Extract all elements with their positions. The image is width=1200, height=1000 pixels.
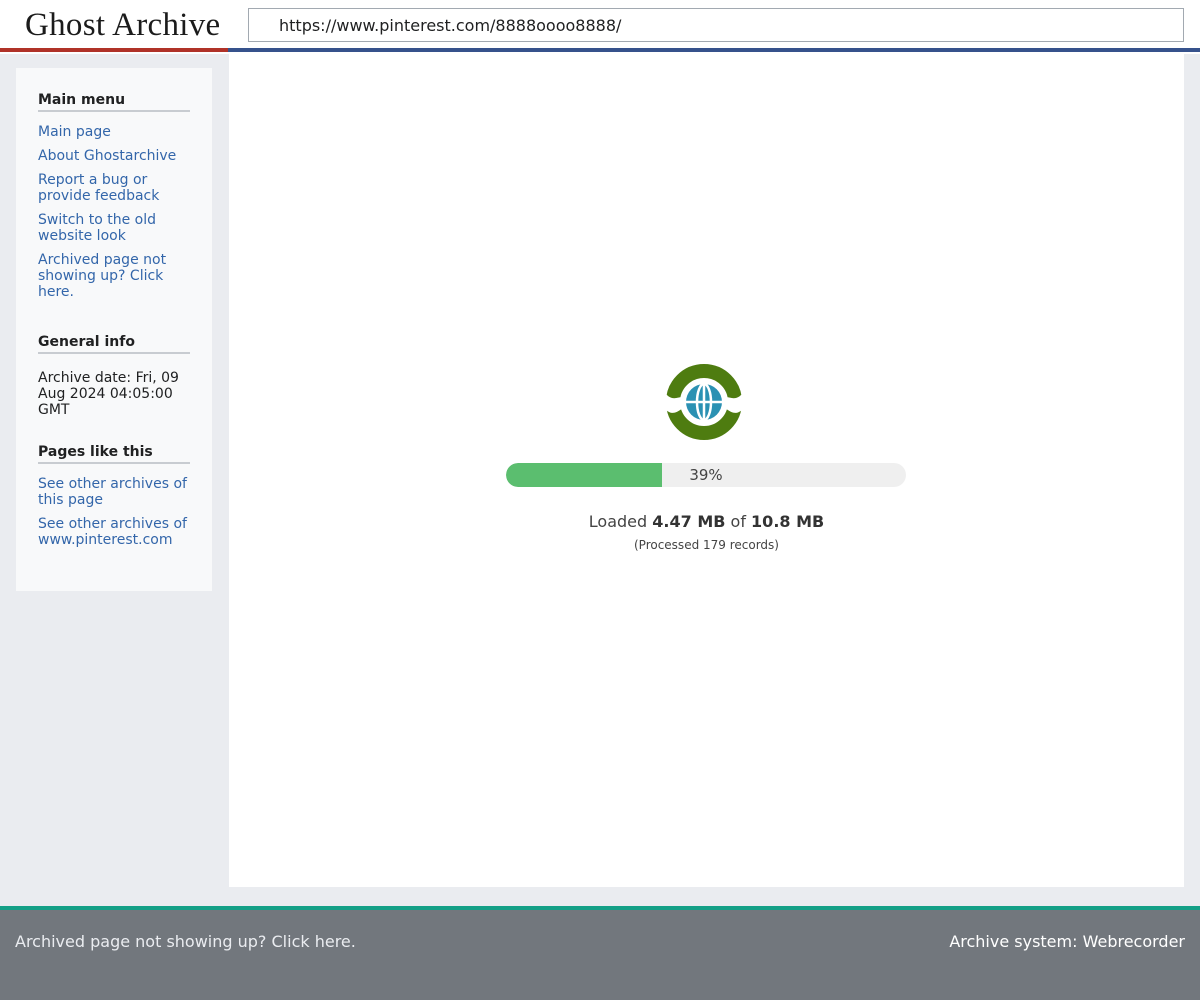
menu-item: See other archives of www.pinterest.com [38, 516, 190, 548]
main-menu-heading: Main menu [38, 92, 190, 112]
old-look-link[interactable]: Switch to the old website look [38, 212, 156, 244]
loaded-status: Loaded 4.47 MB of 10.8 MB [229, 512, 1184, 531]
globe-icon [665, 364, 743, 440]
site-logo-text[interactable]: Ghost Archive [25, 7, 220, 44]
main-page-link[interactable]: Main page [38, 124, 111, 140]
progress-bar: 39% [506, 463, 906, 487]
menu-item: Switch to the old website look [38, 212, 190, 244]
other-archives-domain-link[interactable]: See other archives of www.pinterest.com [38, 516, 187, 548]
pages-like-this-heading: Pages like this [38, 444, 190, 464]
progress-percent: 39% [689, 466, 723, 484]
total-amount: 10.8 MB [751, 512, 825, 531]
menu-item: About Ghostarchive [38, 148, 190, 164]
general-info-heading: General info [38, 334, 190, 354]
menu-item: See other archives of this page [38, 476, 190, 508]
footer-not-showing-link[interactable]: Archived page not showing up? Click here… [15, 932, 356, 951]
about-link[interactable]: About Ghostarchive [38, 148, 176, 164]
similar-list: See other archives of this page See othe… [38, 476, 190, 548]
not-showing-link[interactable]: Archived page not showing up? Click here… [38, 252, 166, 300]
loaded-prefix: Loaded [588, 512, 648, 531]
other-archives-page-link[interactable]: See other archives of this page [38, 476, 187, 508]
menu-item: Main page [38, 124, 190, 140]
archive-system-label: Archive system: Webrecorder [949, 932, 1185, 951]
url-input[interactable] [248, 8, 1184, 42]
menu-item: Report a bug or provide feedback [38, 172, 190, 204]
header: Ghost Archive [0, 0, 1200, 54]
archive-viewer: 39% Loaded 4.47 MB of 10.8 MB (Processed… [229, 54, 1184, 887]
url-bar [228, 0, 1200, 52]
main-menu-list: Main page About Ghostarchive Report a bu… [38, 124, 190, 300]
menu-item: Archived page not showing up? Click here… [38, 252, 190, 300]
of-word: of [730, 512, 746, 531]
brand-area: Ghost Archive [0, 0, 228, 52]
sidebar: Main menu Main page About Ghostarchive R… [16, 68, 212, 591]
processed-records: (Processed 179 records) [633, 538, 779, 552]
footer: Archived page not showing up? Click here… [0, 906, 1200, 1000]
report-bug-link[interactable]: Report a bug or provide feedback [38, 172, 159, 204]
archive-date: Archive date: Fri, 09 Aug 2024 04:05:00 … [38, 370, 179, 418]
loaded-amount: 4.47 MB [652, 512, 726, 531]
